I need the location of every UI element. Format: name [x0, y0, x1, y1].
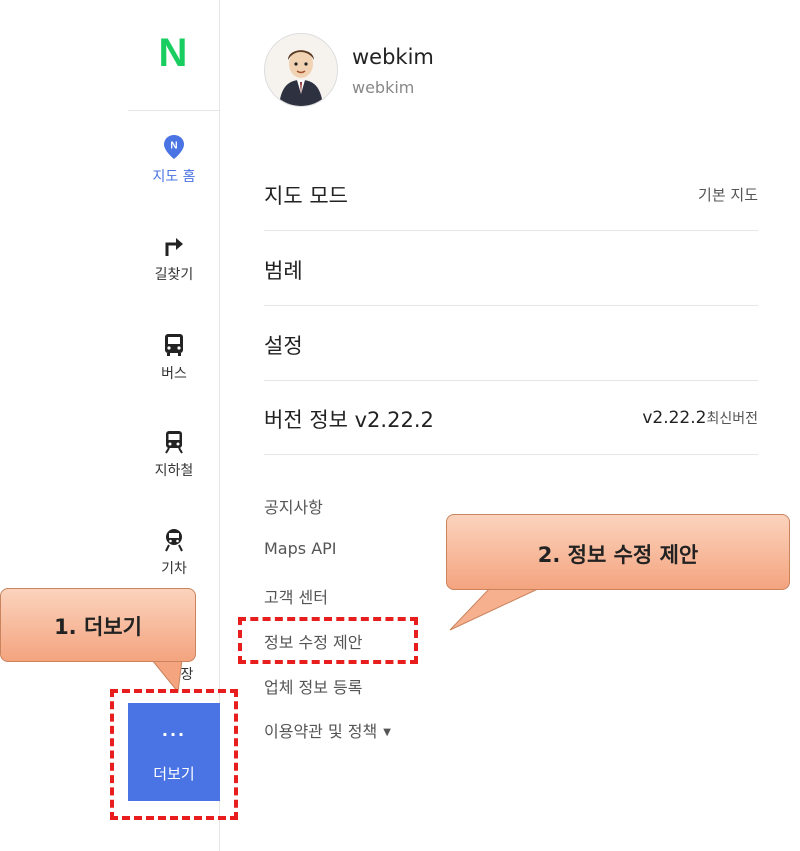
map-pin-icon: N [164, 135, 184, 159]
version-number: v2.22.2 [642, 408, 707, 428]
profile-name: webkim [352, 45, 434, 69]
dropdown-caret-icon: ▼ [383, 727, 391, 738]
turn-right-arrow-icon [165, 238, 183, 256]
highlight-more-button [110, 689, 238, 820]
bus-icon [165, 334, 183, 356]
sidebar-item-train[interactable]: 기차 [128, 528, 220, 578]
highlight-suggest-edit [238, 617, 418, 664]
callout-more: 1. 더보기 [0, 588, 196, 662]
sidebar-item-label: 지도 홈 [152, 169, 196, 185]
naver-logo[interactable]: N [155, 33, 191, 73]
callout-text: 2. 정보 수정 제안 [537, 543, 699, 567]
sidebar-item-partial[interactable]: 장 [128, 664, 220, 684]
callout-2-tail [449, 587, 541, 631]
version-status: v2.22.2최신버전 [642, 408, 758, 428]
link-notice[interactable]: 공지사항 [264, 494, 323, 518]
menu-row-settings[interactable]: 설정 [264, 306, 758, 381]
sidebar-item-map-home[interactable]: N 지도 홈 [128, 134, 220, 186]
callout-text: 1. 더보기 [54, 615, 142, 639]
subway-icon [165, 431, 183, 454]
train-icon [165, 529, 183, 552]
link-terms-policy[interactable]: 이용약관 및 정책 ▼ [264, 718, 391, 742]
menu-row-legend[interactable]: 범례 [264, 231, 758, 306]
menu-title: 버전 정보 v2.22.2 [264, 408, 434, 432]
link-label: 이용약관 및 정책 [264, 722, 378, 741]
sidebar-item-label: 기차 [161, 561, 187, 577]
version-latest-label: 최신버전 [706, 411, 758, 427]
avatar-icon [265, 34, 337, 106]
menu-row-map-mode[interactable]: 지도 모드 기본 지도 [264, 156, 758, 231]
sidebar-item-subway[interactable]: 지하철 [128, 430, 220, 480]
menu-title: 설정 [264, 334, 303, 358]
menu-title: 지도 모드 [264, 184, 348, 208]
svg-text:N: N [170, 141, 177, 152]
menu-value: 기본 지도 [698, 186, 758, 204]
profile-id: webkim [352, 78, 415, 97]
sidebar-item-label: 길찾기 [154, 267, 194, 283]
sidebar-item-label: 지하철 [154, 463, 194, 479]
link-customer-center[interactable]: 고객 센터 [264, 584, 328, 608]
sidebar-item-directions[interactable]: 길찾기 [128, 236, 220, 284]
link-register-business[interactable]: 업체 정보 등록 [264, 674, 363, 698]
link-maps-api[interactable]: Maps API [264, 539, 337, 558]
logo-separator [128, 110, 220, 111]
sidebar-item-bus[interactable]: 버스 [128, 333, 220, 383]
sidebar-item-label: 버스 [161, 366, 187, 382]
menu-title: 범례 [264, 259, 303, 283]
avatar[interactable] [264, 33, 338, 107]
callout-suggest-edit: 2. 정보 수정 제안 [446, 514, 790, 590]
menu-row-version[interactable]: 버전 정보 v2.22.2 v2.22.2최신버전 [264, 380, 758, 455]
sidebar-item-label: 장 [180, 667, 194, 683]
